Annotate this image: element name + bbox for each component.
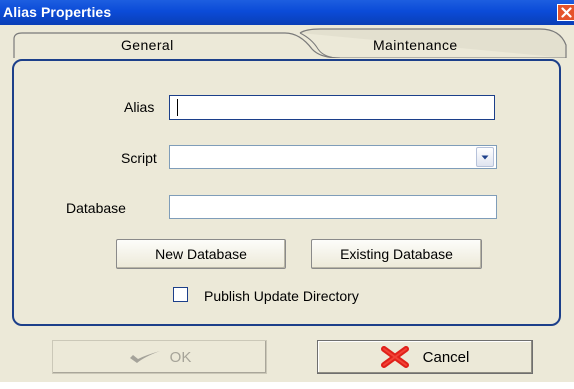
script-dropdown-button[interactable] [476,147,494,167]
database-label: Database [66,200,126,216]
script-label: Script [121,150,157,166]
database-input[interactable] [169,195,497,219]
alias-label: Alias [124,99,155,115]
tab-outline [13,28,567,58]
alias-input[interactable] [169,95,495,120]
checkmark-icon [129,351,160,363]
existing-database-button[interactable]: Existing Database [311,239,482,269]
close-button[interactable] [557,4,574,21]
dialog-window: Alias Properties General Maintenance Ali… [0,0,574,382]
window-title: Alias Properties [3,4,112,20]
tab-maintenance[interactable]: Maintenance [373,37,458,53]
chevron-down-icon [481,155,489,159]
tab-strip: General Maintenance [0,25,574,58]
tab-general[interactable]: General [121,37,174,53]
publish-update-checkbox[interactable] [173,287,188,302]
cancel-button[interactable]: Cancel [317,340,533,374]
new-database-button[interactable]: New Database [116,239,286,269]
publish-update-label[interactable]: Publish Update Directory [204,288,359,304]
close-icon [560,7,572,18]
title-bar[interactable]: Alias Properties [0,0,574,25]
ok-label: OK [169,348,192,366]
script-select[interactable] [169,145,497,169]
text-caret [177,99,178,116]
ok-button[interactable]: OK [52,340,267,374]
cancel-label: Cancel [422,348,470,366]
red-x-icon [380,346,409,368]
